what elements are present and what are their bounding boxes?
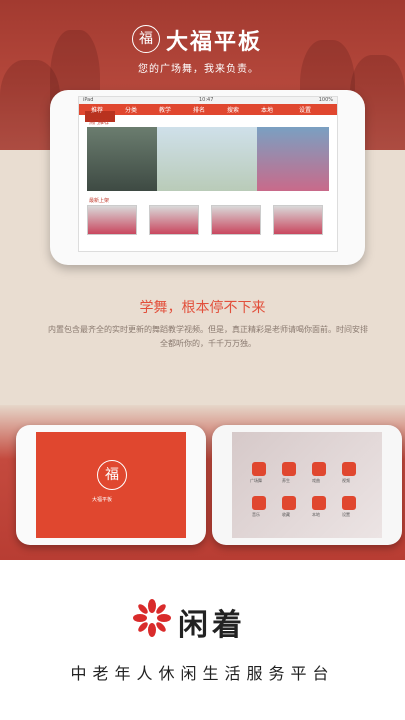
menu-label: 收藏 <box>282 512 290 517</box>
section-title-hot: 热门推荐 <box>89 120 110 126</box>
menu-label: 音乐 <box>252 512 260 517</box>
brand-title: 大福平板 <box>166 30 263 55</box>
platform-tagline: 中老年人休闲生活服务平台 <box>70 664 335 683</box>
nav-item-settings[interactable]: 设置 <box>299 105 311 114</box>
nav-item-ranking[interactable]: 排名 <box>193 105 205 114</box>
menu-music-icon[interactable] <box>252 496 266 510</box>
description: 内置包含最齐全的实时更新的舞蹈教学视频。但是，真正精彩是老师请喝你面前。时间安排… <box>48 325 368 348</box>
banner-image <box>157 127 257 191</box>
status-carrier: iPad <box>83 97 94 103</box>
banner-image <box>257 127 329 191</box>
menu-local-icon[interactable] <box>312 496 326 510</box>
status-bar: iPad 10:47 100% <box>79 97 337 104</box>
menu-label: 广场舞 <box>250 478 262 483</box>
tablet-screen: iPad 10:47 100% 推荐 分类 教学 排名 搜索 本地 设置 热门推… <box>78 96 338 252</box>
nav-item-teaching[interactable]: 教学 <box>159 105 171 114</box>
menu-label: 视频 <box>342 478 350 483</box>
menu-video-icon[interactable] <box>342 462 356 476</box>
nav-item-category[interactable]: 分类 <box>125 105 137 114</box>
nav-bar: 推荐 分类 教学 排名 搜索 本地 设置 <box>79 104 337 122</box>
menu-opera-icon[interactable] <box>312 462 326 476</box>
menu-favorite-icon[interactable] <box>282 496 296 510</box>
video-thumbnail[interactable] <box>149 205 199 235</box>
footer-brand: 闲着 <box>178 608 246 643</box>
nav-item-search[interactable]: 搜索 <box>227 105 239 114</box>
featured-banner[interactable] <box>87 127 329 191</box>
app-logo-icon: 福 <box>97 460 127 490</box>
brand-seal-icon: 福 <box>132 25 160 53</box>
video-thumbnail[interactable] <box>87 205 137 235</box>
splash-caption: 大福平板 <box>92 497 113 503</box>
menu-settings-icon[interactable] <box>342 496 356 510</box>
status-battery: 100% <box>318 97 333 103</box>
menu-label: 养生 <box>282 478 290 483</box>
video-thumbnail[interactable] <box>211 205 261 235</box>
banner-image <box>87 127 157 191</box>
menu-label: 本地 <box>312 512 320 517</box>
menu-health-icon[interactable] <box>282 462 296 476</box>
status-time: 10:47 <box>199 97 214 103</box>
menu-label: 设置 <box>342 512 350 517</box>
video-thumbnail[interactable] <box>273 205 323 235</box>
nav-item-local[interactable]: 本地 <box>261 105 273 114</box>
xianzhe-logo-icon <box>133 599 171 637</box>
tablet-menu-screen <box>232 432 382 538</box>
nav-item-recommend[interactable]: 推荐 <box>91 105 103 114</box>
tagline: 学舞，根本停不下来 <box>139 300 266 316</box>
slogan: 您的广场舞，我来负责。 <box>138 64 259 75</box>
section-title-new: 最新上架 <box>89 198 110 204</box>
menu-label: 戏曲 <box>312 478 320 483</box>
menu-dance-icon[interactable] <box>252 462 266 476</box>
